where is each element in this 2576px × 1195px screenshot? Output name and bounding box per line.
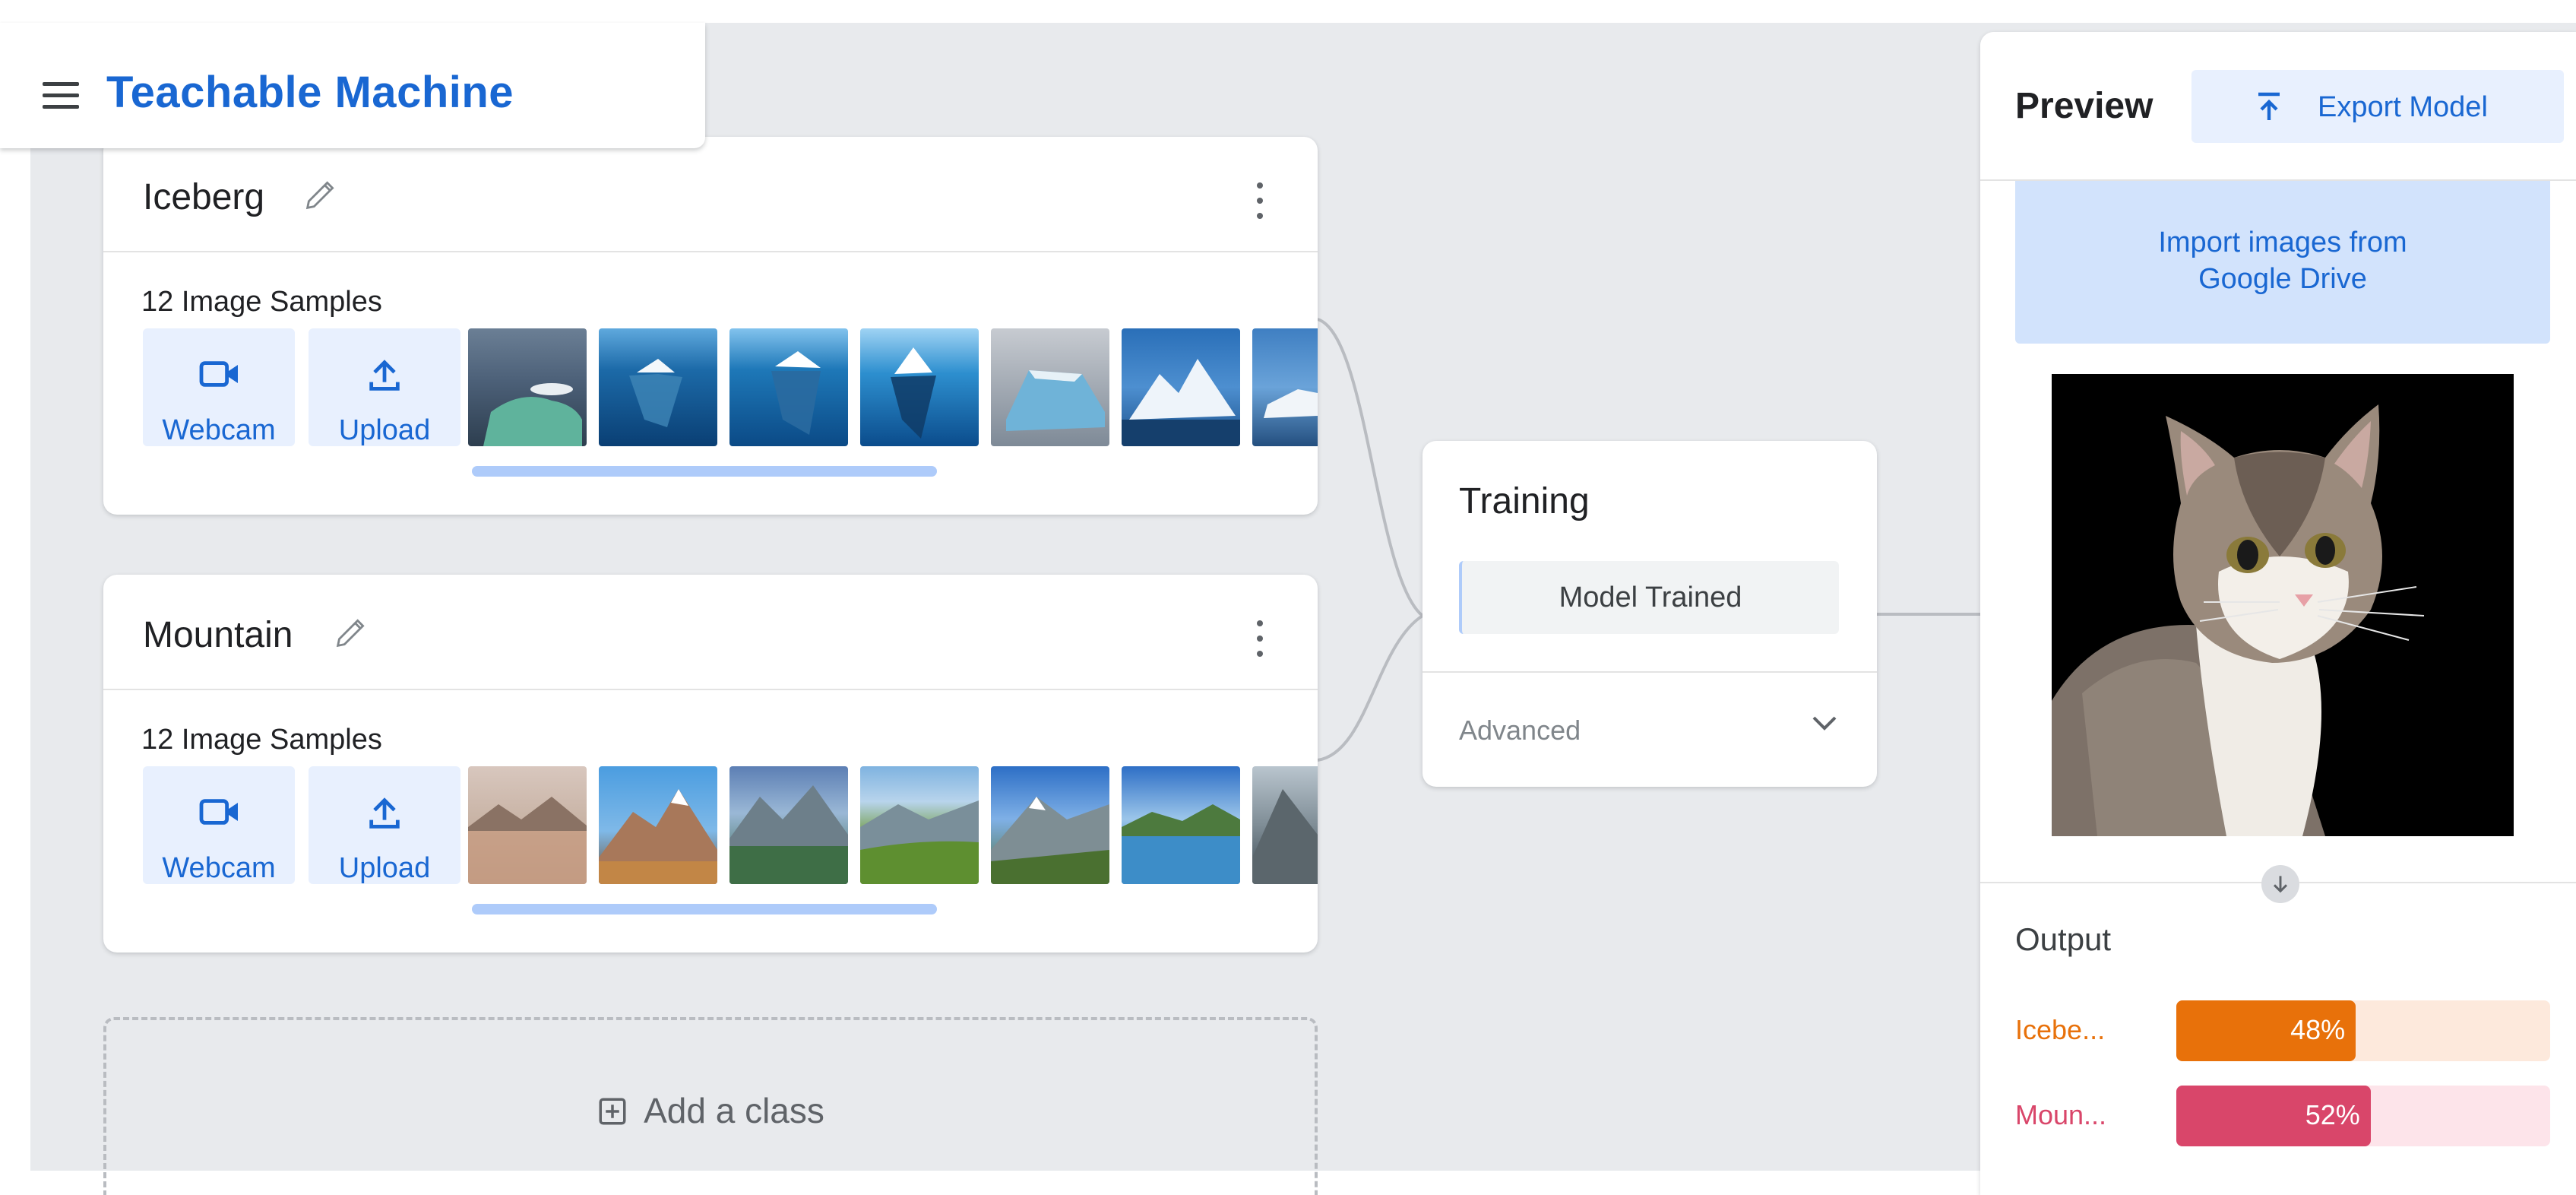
confidence-percent: 48%	[2290, 1014, 2346, 1045]
arrow-down-icon	[2261, 865, 2299, 903]
more-options-icon[interactable]	[1255, 182, 1264, 219]
iceberg-image	[891, 347, 936, 439]
import-google-drive-button[interactable]: Import images from Google Drive	[2015, 181, 2550, 344]
train-model-button[interactable]: Model Trained	[1459, 561, 1839, 634]
output-class-label: Moun...	[2015, 1099, 2107, 1130]
upload-button[interactable]: Upload	[309, 766, 460, 884]
drive-label-line2: Google Drive	[2198, 263, 2367, 295]
upload-label: Upload	[338, 414, 431, 446]
hamburger-menu-icon[interactable]	[43, 82, 79, 109]
class-card-header: Mountain	[103, 575, 1318, 690]
export-model-button[interactable]: Export Model	[2191, 70, 2564, 143]
mountain-image	[991, 797, 1109, 884]
class-card-header: Iceberg	[103, 137, 1318, 252]
confidence-percent: 52%	[2305, 1099, 2360, 1130]
add-box-icon	[599, 1098, 626, 1125]
mountain-image	[599, 789, 717, 884]
output-label: Output	[2015, 921, 2112, 957]
confidence-bar-fill: 52%	[2176, 1086, 2371, 1146]
advanced-toggle[interactable]: Advanced	[1459, 715, 1581, 746]
iceberg-image	[1122, 359, 1240, 446]
thumbnail-scrollbar[interactable]	[472, 466, 937, 477]
add-class-label: Add a class	[644, 1091, 824, 1130]
output-row: Moun... 52%	[2015, 1086, 2550, 1146]
sample-thumbnail[interactable]	[729, 766, 848, 884]
webcam-icon	[199, 799, 238, 825]
sample-thumbnail[interactable]	[1122, 766, 1240, 884]
confidence-bar-fill: 48%	[2176, 1000, 2356, 1061]
class-name[interactable]: Mountain	[143, 614, 293, 656]
pencil-icon[interactable]	[331, 613, 371, 652]
class-name[interactable]: Iceberg	[143, 176, 264, 218]
mountain-image	[1122, 804, 1240, 884]
sample-thumbnail[interactable]	[599, 328, 717, 446]
mountain-image	[1252, 789, 1318, 884]
confidence-bar-track: 52%	[2176, 1086, 2550, 1146]
sample-thumbnail[interactable]	[991, 328, 1109, 446]
thumbnail-scrollbar[interactable]	[472, 904, 937, 914]
output-class-label: Icebe...	[2015, 1014, 2106, 1045]
preview-panel: Preview Export Model Import images from …	[1980, 32, 2576, 1195]
samples-count: 12 Image Samples	[141, 724, 382, 756]
upload-icon	[369, 797, 400, 829]
sample-thumbnail[interactable]	[468, 766, 587, 884]
preview-header: Preview Export Model	[1980, 32, 2576, 181]
preview-image	[2052, 374, 2514, 836]
export-upload-icon	[2258, 92, 2280, 120]
iceberg-image	[1264, 389, 1318, 418]
iceberg-image	[1006, 370, 1105, 431]
iceberg-image	[483, 383, 582, 446]
sample-thumbnail[interactable]	[860, 766, 979, 884]
upload-icon	[369, 360, 400, 391]
iceberg-image	[771, 351, 821, 435]
class-card-iceberg: Iceberg 12 Image Samples Webcam Upload	[103, 137, 1318, 515]
mountain-image	[860, 800, 979, 884]
class-card-mountain: Mountain 12 Image Samples Webcam Upload	[103, 575, 1318, 953]
upload-label: Upload	[338, 852, 431, 884]
cat-image	[2052, 404, 2425, 836]
more-options-icon[interactable]	[1255, 620, 1264, 657]
export-model-label: Export Model	[2318, 91, 2488, 123]
sample-thumbnail[interactable]	[1252, 766, 1318, 884]
sample-thumbnail[interactable]	[1252, 328, 1318, 446]
training-panel: Training Model Trained Advanced	[1422, 441, 1877, 787]
webcam-label: Webcam	[162, 414, 276, 446]
sample-thumbnail[interactable]	[991, 766, 1109, 884]
sample-thumbnail[interactable]	[860, 328, 979, 446]
mountain-image	[729, 785, 848, 884]
app-header: Teachable Machine	[0, 23, 705, 148]
upload-button[interactable]: Upload	[309, 328, 460, 446]
sample-thumbnail[interactable]	[729, 328, 848, 446]
output-row: Icebe... 48%	[2015, 1000, 2550, 1061]
webcam-button[interactable]: Webcam	[143, 328, 295, 446]
app-title[interactable]: Teachable Machine	[106, 67, 514, 118]
sample-thumbnail[interactable]	[1122, 328, 1240, 446]
webcam-button[interactable]: Webcam	[143, 766, 295, 884]
sample-thumbnail[interactable]	[468, 328, 587, 446]
training-title: Training	[1459, 481, 1590, 521]
webcam-label: Webcam	[162, 852, 276, 884]
pencil-icon[interactable]	[301, 175, 340, 214]
samples-count: 12 Image Samples	[141, 286, 382, 318]
drive-label-line1: Import images from	[2158, 227, 2407, 258]
divider	[1422, 671, 1877, 673]
confidence-bar-track: 48%	[2176, 1000, 2550, 1061]
mountain-image	[468, 797, 587, 884]
preview-title: Preview	[2015, 86, 2154, 126]
add-class-button[interactable]: Add a class	[103, 1017, 1318, 1195]
sample-thumbnail[interactable]	[599, 766, 717, 884]
webcam-icon	[199, 361, 238, 387]
iceberg-image	[629, 359, 682, 427]
chevron-down-icon[interactable]	[1806, 704, 1843, 740]
